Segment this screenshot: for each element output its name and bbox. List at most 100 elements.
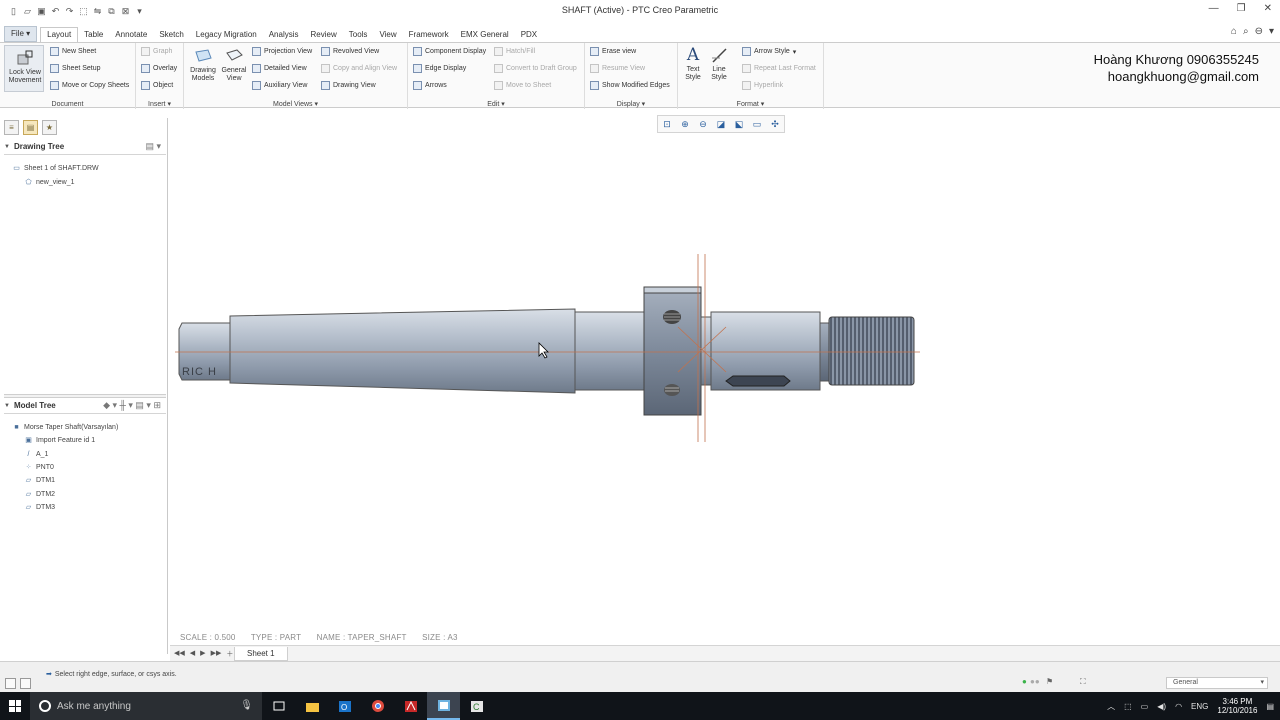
group-label-model-views[interactable]: Model Views ▾ xyxy=(184,100,407,108)
clock[interactable]: 3:46 PM 12/10/2016 xyxy=(1217,697,1257,715)
general-view-button[interactable]: General View xyxy=(220,47,248,83)
model-tree-tab-icon[interactable]: ≡ xyxy=(4,120,19,135)
overlay-button[interactable]: Overlay xyxy=(141,64,177,73)
tree-item-axis[interactable]: / A_1 xyxy=(24,450,49,458)
network-icon[interactable]: ⬚ xyxy=(1124,702,1132,711)
revolved-view-button[interactable]: Revolved View xyxy=(321,47,379,56)
show-hidden-icons-icon[interactable]: ︿ xyxy=(1107,701,1115,712)
volume-icon[interactable]: ◀) xyxy=(1157,702,1166,711)
repaint-icon[interactable]: ◪ xyxy=(712,116,730,132)
sheet-setup-button[interactable]: Sheet Setup xyxy=(50,64,101,73)
tab-legacy-migration[interactable]: Legacy Migration xyxy=(190,28,263,42)
erase-view-button[interactable]: Erase view xyxy=(590,47,636,56)
group-label-edit[interactable]: Edit ▾ xyxy=(408,100,584,108)
sheet-tab[interactable]: Sheet 1 xyxy=(234,647,288,661)
zoom-out-icon[interactable]: ⊖ xyxy=(694,116,712,132)
minimize-icon[interactable]: — xyxy=(1209,3,1219,14)
wifi-icon[interactable]: ◠ xyxy=(1175,702,1182,711)
tree-settings-icon[interactable]: ▤ ▾ xyxy=(145,141,161,152)
object-button[interactable]: Object xyxy=(141,81,173,90)
last-sheet-icon[interactable]: ▶▶ xyxy=(211,649,222,659)
tree-item-dtm3[interactable]: ▱ DTM3 xyxy=(24,503,55,512)
auxiliary-view-button[interactable]: Auxiliary View xyxy=(252,81,307,90)
outlook-icon[interactable]: O xyxy=(328,692,361,720)
tab-review[interactable]: Review xyxy=(305,28,343,42)
help-icon[interactable]: ⊖ xyxy=(1255,26,1263,37)
copy-align-view-button[interactable]: Copy and Align View xyxy=(321,64,397,73)
close-icon[interactable]: ✕ xyxy=(1264,3,1272,14)
tab-tools[interactable]: Tools xyxy=(343,28,374,42)
windows-start-icon[interactable] xyxy=(9,700,21,712)
line-style-button[interactable]: Line Style xyxy=(707,46,731,82)
drawing-models-button[interactable]: Drawing Models xyxy=(187,47,219,83)
close-window-icon[interactable]: ⊠ xyxy=(120,6,131,17)
tab-analysis[interactable]: Analysis xyxy=(263,28,305,42)
notifications-icon[interactable]: ▤ xyxy=(1266,702,1274,711)
battery-icon[interactable]: ▭ xyxy=(1141,702,1149,711)
windows-icon[interactable]: ⧉ xyxy=(106,6,117,17)
save-icon[interactable]: ▣ xyxy=(36,6,47,17)
graphics-area[interactable]: RIC H xyxy=(170,110,1280,645)
customize-qat-icon[interactable]: ▾ xyxy=(134,6,145,17)
drawing-view-button[interactable]: Drawing View xyxy=(321,81,376,90)
maximize-icon[interactable]: ❐ xyxy=(1237,3,1246,14)
arrow-style-button[interactable]: Arrow Style ▾ xyxy=(742,47,796,56)
detailed-view-button[interactable]: Detailed View xyxy=(252,64,307,73)
regenerate-icon[interactable]: ⇋ xyxy=(92,6,103,17)
sheets-icon[interactable]: ▭ xyxy=(748,116,766,132)
repeat-last-format-button[interactable]: Repeat Last Format xyxy=(742,64,816,73)
new-file-icon[interactable]: ▯ xyxy=(8,6,19,17)
prev-sheet-icon[interactable]: ◀ xyxy=(190,649,195,659)
group-label-format[interactable]: Format ▾ xyxy=(678,100,823,108)
favorites-tab-icon[interactable]: ★ xyxy=(42,120,57,135)
tree-item-part[interactable]: ■ Morse Taper Shaft(Varsayılan) xyxy=(12,423,118,431)
collapse-icon[interactable]: ▼ xyxy=(4,144,10,150)
resume-view-button[interactable]: Resume View xyxy=(590,64,645,73)
arrows-button[interactable]: Arrows xyxy=(413,81,447,90)
model-tree-header[interactable]: ▼ Model Tree ◆ ▾ ╫ ▾ ▤ ▾ ⊞ xyxy=(4,398,166,414)
selection-filter-dropdown[interactable]: General ▾ xyxy=(1166,677,1268,689)
language-indicator[interactable]: ENG xyxy=(1191,702,1208,711)
toggle-navigator-icon[interactable] xyxy=(5,678,16,689)
graph-button[interactable]: Graph xyxy=(141,47,172,56)
tree-item-sheet[interactable]: ▭ Sheet 1 of SHAFT.DRW xyxy=(12,164,98,173)
tab-view[interactable]: View xyxy=(373,28,402,42)
convert-draft-group-button[interactable]: Convert to Draft Group xyxy=(494,64,577,73)
tree-item-point[interactable]: ⁘ PNT0 xyxy=(24,463,54,472)
move-copy-sheets-button[interactable]: Move or Copy Sheets xyxy=(50,81,129,90)
app-red-icon[interactable] xyxy=(394,692,427,720)
model-tree-tools-icon[interactable]: ◆ ▾ ╫ ▾ ▤ ▾ ⊞ xyxy=(103,400,161,411)
file-explorer-icon[interactable] xyxy=(295,692,328,720)
display-style-icon[interactable]: ⬕ xyxy=(730,116,748,132)
tree-item-dtm2[interactable]: ▱ DTM2 xyxy=(24,490,55,499)
toggle-browser-icon[interactable] xyxy=(20,678,31,689)
selection-filter-icon[interactable]: ⛶ xyxy=(1080,677,1086,687)
chrome-icon[interactable] xyxy=(361,692,394,720)
move-to-sheet-button[interactable]: Move to Sheet xyxy=(494,81,551,90)
group-label-insert[interactable]: Insert ▾ xyxy=(136,100,183,108)
add-sheet-icon[interactable]: ＋ xyxy=(226,649,233,659)
hatch-fill-button[interactable]: Hatch/Fill xyxy=(494,47,535,56)
flag-icon[interactable]: ⚑ xyxy=(1046,677,1053,686)
undo-icon[interactable]: ↶ xyxy=(50,6,61,17)
next-sheet-icon[interactable]: ▶ xyxy=(200,649,205,659)
task-view-icon[interactable] xyxy=(262,692,295,720)
zoom-in-icon[interactable]: ⊕ xyxy=(676,116,694,132)
folder-browser-tab-icon[interactable]: ▤ xyxy=(23,120,38,135)
microphone-icon[interactable]: 🎙 xyxy=(240,700,253,711)
tab-emx-general[interactable]: EMX General xyxy=(455,28,515,42)
collapse-icon[interactable]: ▼ xyxy=(4,403,10,409)
datum-display-icon[interactable]: ✣ xyxy=(766,116,784,132)
cortana-search-box[interactable]: Ask me anything 🎙 xyxy=(30,692,262,720)
redo-icon[interactable]: ↷ xyxy=(64,6,75,17)
open-folder-icon[interactable]: ▱ xyxy=(22,6,33,17)
text-style-button[interactable]: A Text Style xyxy=(681,46,705,82)
tab-framework[interactable]: Framework xyxy=(403,28,455,42)
tab-annotate[interactable]: Annotate xyxy=(109,28,153,42)
component-display-button[interactable]: Component Display xyxy=(413,47,486,56)
group-label-display[interactable]: Display ▾ xyxy=(585,100,677,108)
help-dropdown-icon[interactable]: ▾ xyxy=(1269,26,1274,37)
tab-pdx[interactable]: PDX xyxy=(515,28,543,42)
select-box-icon[interactable]: ⬚ xyxy=(78,6,89,17)
first-sheet-icon[interactable]: ◀◀ xyxy=(174,649,185,659)
